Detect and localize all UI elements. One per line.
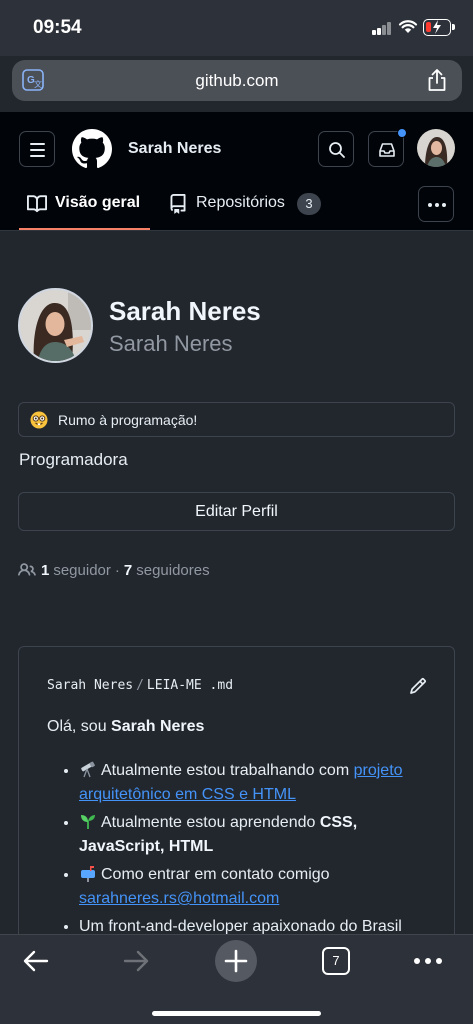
greeting-prefix: Olá, sou [47,718,112,735]
search-button[interactable] [318,131,354,167]
item-text: Como entrar em contato comigo [101,866,330,883]
notification-dot [397,128,407,138]
back-arrow-icon[interactable] [22,949,50,973]
repo-icon [170,194,186,214]
email-link[interactable]: sarahneres.rs@hotmail.com [79,890,279,907]
share-icon[interactable] [426,68,448,92]
avatar[interactable] [417,129,455,167]
seedling-emoji-icon [81,815,95,829]
tab-overview[interactable]: Visão geral [19,182,150,230]
telescope-emoji-icon [81,761,95,778]
item-text: Atualmente estou trabalhando com [101,762,354,779]
edit-profile-button[interactable]: Editar Perfil [18,492,455,531]
forward-arrow-icon[interactable] [122,949,150,973]
tab-repositories-label: Repositórios [196,194,285,211]
address-bar[interactable]: G 文 github.com [12,60,462,101]
cellular-signal-icon [372,22,392,35]
profile-avatar[interactable] [18,288,93,363]
readme-path: Sarah Neres / LEIA-ME .md [47,678,233,693]
followers-label[interactable]: seguidores [136,562,209,579]
inbox-button[interactable] [368,128,407,167]
repositories-count-badge: 3 [296,193,321,215]
following-count[interactable]: 1 [41,562,49,579]
followers-separator: · [114,561,120,579]
status-time: 09:54 [33,17,82,38]
book-icon [27,195,47,213]
status-badge[interactable]: Rumo à programação! [18,402,455,437]
github-logo-icon[interactable] [72,129,112,169]
status-text: Rumo à programação! [58,412,198,428]
pencil-icon[interactable] [409,677,427,695]
nerd-face-emoji-icon [30,411,48,429]
readme-path-separator: / [136,678,144,693]
header-username[interactable]: Sarah Neres [128,140,221,158]
new-tab-button[interactable] [215,940,257,982]
search-icon [329,142,345,158]
following-label[interactable]: seguidor [53,562,111,579]
plus-icon [224,949,248,973]
more-options-button[interactable] [418,186,454,222]
url-text[interactable]: github.com [12,71,462,91]
tab-repositories[interactable]: Repositórios 3 [168,182,321,230]
wifi-icon [398,20,418,33]
list-item: Atualmente estou aprendendo CSS, JavaScr… [79,811,439,859]
profile-login: Sarah Neres [109,331,233,356]
item-text: Um front-and-developer apaixonado do Bra… [79,918,402,935]
mailbox-emoji-icon [81,866,95,882]
readme-owner[interactable]: Sarah Neres [47,678,133,693]
readme-file[interactable]: LEIA-ME .md [147,678,233,693]
profile-bio: Programadora [19,450,128,469]
profile-name: Sarah Neres [109,296,261,326]
followers-count[interactable]: 7 [124,562,132,579]
readme-list: Atualmente estou trabalhando com projeto… [79,759,439,943]
battery-icon [423,19,455,36]
greeting-name: Sarah Neres [111,718,205,735]
list-item: Atualmente estou trabalhando com projeto… [79,759,439,807]
tab-overview-label: Visão geral [55,194,141,211]
status-bar: 09:54 [0,0,473,56]
people-icon [18,563,36,576]
home-indicator [152,1011,321,1016]
list-item: Como entrar em contato comigo sarahneres… [79,863,439,911]
item-text: Atualmente estou aprendendo [101,814,320,831]
github-header: Sarah Neres Visão geral Repositórios 3 [0,112,473,231]
followers-row[interactable]: 1 seguidor · 7 seguidores [18,561,210,579]
tabs-button[interactable]: 7 [322,947,350,975]
browser-toolbar: 7 [0,934,473,1024]
more-menu-button[interactable] [410,955,446,967]
readme-greeting: Olá, sou Sarah Neres [47,718,204,736]
menu-button[interactable] [19,131,55,167]
